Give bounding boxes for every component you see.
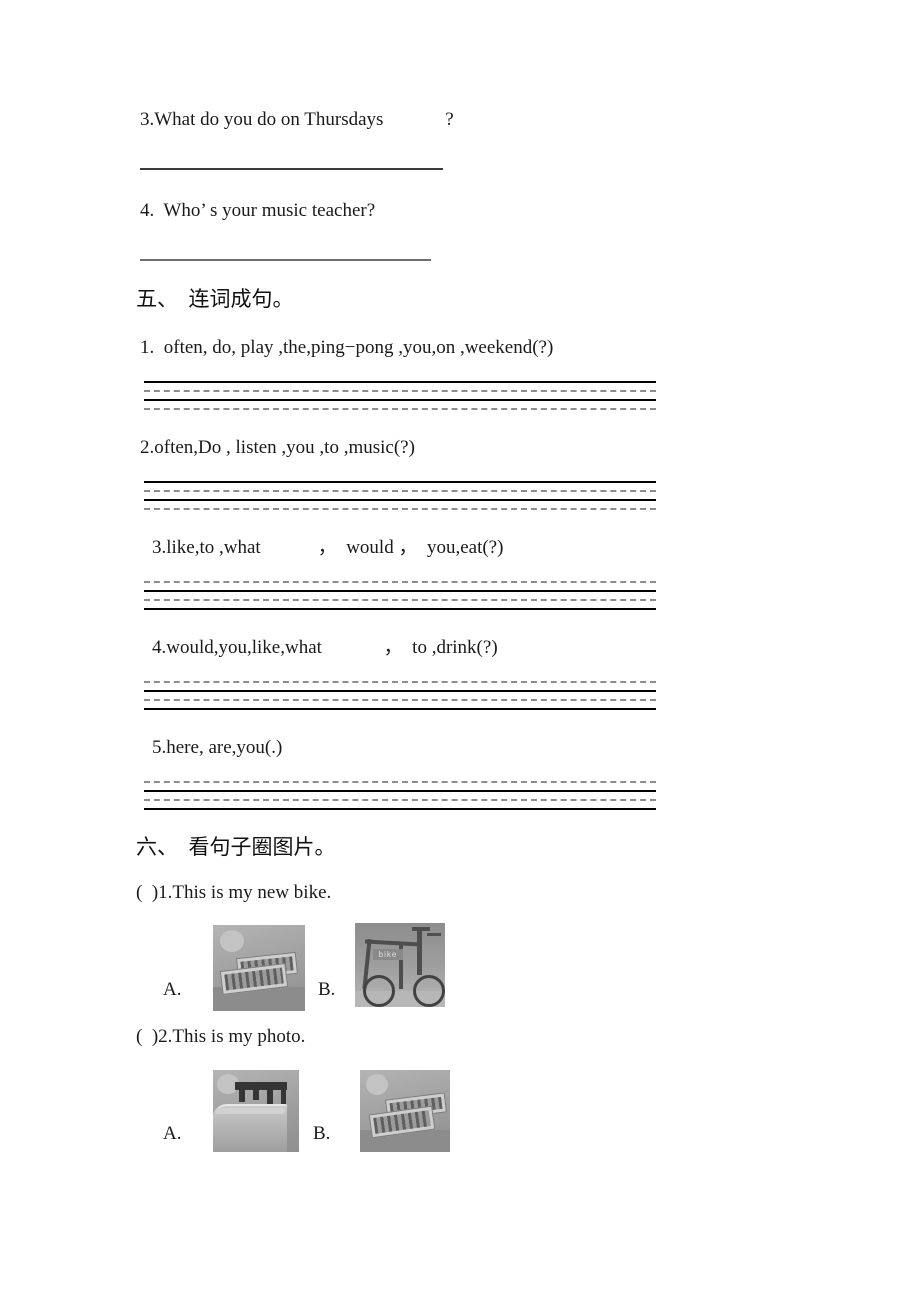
- bed-headboard-post: [253, 1082, 259, 1100]
- rule-line-dashed-mid: [144, 699, 656, 701]
- picture-question-1-option-b-label[interactable]: B.: [318, 980, 335, 999]
- question-3-text: 3.What do you do on Thursdays ?: [140, 109, 454, 130]
- picture-question-2-prompt: ( )2.This is my photo.: [136, 1026, 306, 1047]
- bike-wheel-rear: [363, 975, 395, 1007]
- section-five-item-3: 3.like,to ,what ， would ， you,eat(?): [152, 537, 504, 558]
- picture-question-2-option-a-image[interactable]: [213, 1070, 299, 1152]
- picture-question-1-option-a-label[interactable]: A.: [163, 980, 181, 999]
- light-spot-icon: [366, 1074, 388, 1095]
- rule-line-solid-top: [144, 481, 656, 483]
- rule-line-dashed-mid: [144, 599, 656, 601]
- bike-frame-bar: [417, 929, 422, 975]
- rule-line-solid-lower: [144, 808, 656, 810]
- photo-card-print: [373, 1110, 431, 1134]
- section-five-item-1: 1. often, do, play ,the,ping−pong ,you,o…: [140, 337, 554, 358]
- rule-line-dashed-mid: [144, 799, 656, 801]
- rule-line-solid-lower: [144, 708, 656, 710]
- photo-card-print: [224, 967, 284, 991]
- answer-blank-q4[interactable]: [140, 259, 431, 261]
- rule-line-solid-upper: [144, 690, 656, 692]
- picture-question-2-option-b-label[interactable]: B.: [313, 1124, 330, 1143]
- section-five-heading: 五、 连词成句。: [136, 287, 294, 311]
- bike-handlebar: [412, 927, 430, 931]
- question-4-text: 4. Who’ s your music teacher?: [140, 200, 376, 221]
- section-six-heading: 六、 看句子圈图片。: [136, 835, 336, 859]
- rule-line-solid-upper: [144, 790, 656, 792]
- rule-line-solid-lower: [144, 608, 656, 610]
- section-five-item-5: 5.here, are,you(.): [152, 737, 283, 758]
- rule-line-solid-mid: [144, 399, 656, 401]
- picture-question-2-option-a-label[interactable]: A.: [163, 1124, 181, 1143]
- rule-line-dashed-top: [144, 781, 656, 783]
- answer-blank-q3[interactable]: [140, 168, 443, 170]
- light-spot-icon: [220, 930, 244, 952]
- picture-question-1-option-b-image[interactable]: bike: [355, 923, 445, 1007]
- bike-brand-plate: bike: [373, 949, 403, 960]
- bike-wheel-front: [413, 975, 445, 1007]
- worksheet-page: 3.What do you do on Thursdays ? 4. Who’ …: [0, 0, 920, 1303]
- bike-rack-bar: [427, 933, 441, 936]
- rule-line-solid-top: [144, 381, 656, 383]
- rule-line-solid-upper: [144, 590, 656, 592]
- rule-line-dashed-upper: [144, 390, 656, 392]
- bed-headboard-post: [239, 1082, 245, 1102]
- rule-line-solid-mid: [144, 499, 656, 501]
- rule-line-dashed-top: [144, 681, 656, 683]
- section-five-item-4: 4.would,you,like,what ， to ,drink(?): [152, 637, 498, 658]
- rule-line-dashed-lower: [144, 408, 656, 410]
- picture-question-2-option-b-image[interactable]: [360, 1070, 450, 1152]
- bed-headboard-post: [267, 1082, 273, 1104]
- picture-question-1-option-a-image[interactable]: [213, 925, 305, 1011]
- bed-rail: [215, 1108, 285, 1114]
- rule-line-dashed-lower: [144, 508, 656, 510]
- rule-line-dashed-top: [144, 581, 656, 583]
- section-five-item-2: 2.often,Do , listen ,you ,to ,music(?): [140, 437, 415, 458]
- rule-line-dashed-upper: [144, 490, 656, 492]
- picture-question-1-prompt: ( )1.This is my new bike.: [136, 882, 332, 903]
